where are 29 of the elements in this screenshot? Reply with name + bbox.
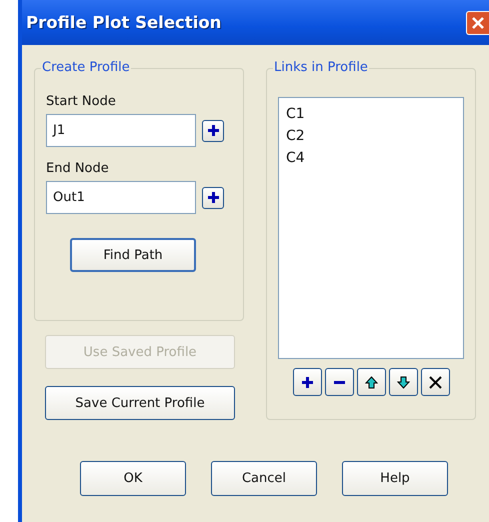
- dialog-button[interactable]: OK: [80, 461, 186, 496]
- cross-icon: [428, 376, 442, 388]
- find-path-button[interactable]: Find Path: [70, 238, 196, 272]
- field-label: Start Node: [46, 94, 117, 110]
- remove-button[interactable]: [324, 368, 354, 396]
- plus-icon: [206, 124, 220, 137]
- plus-icon: [206, 191, 220, 204]
- text-field[interactable]: Out1: [46, 181, 196, 214]
- field-label: End Node: [46, 161, 110, 177]
- down-arrow-icon: [396, 376, 410, 388]
- text-field[interactable]: J1: [46, 114, 196, 147]
- close-button[interactable]: [466, 10, 489, 34]
- window-title: Profile Plot Selection: [26, 13, 222, 32]
- move-down-button[interactable]: [388, 368, 418, 396]
- move-up-button[interactable]: [356, 368, 386, 396]
- plus-icon: [300, 376, 314, 388]
- add-button[interactable]: [292, 368, 322, 396]
- clear-button[interactable]: [420, 368, 450, 396]
- list-item[interactable]: C4: [286, 147, 456, 169]
- close-icon: [471, 16, 485, 30]
- profile-button[interactable]: Save Current Profile: [45, 386, 235, 420]
- list-item[interactable]: C1: [286, 103, 456, 125]
- add-button[interactable]: [202, 120, 224, 142]
- up-arrow-icon: [364, 376, 378, 388]
- dialog-button[interactable]: Cancel: [211, 461, 317, 496]
- add-button[interactable]: [202, 186, 224, 208]
- links-list[interactable]: C1 C2 C4: [278, 97, 464, 359]
- list-item[interactable]: C2: [286, 125, 456, 147]
- dialog-button[interactable]: Help: [342, 461, 448, 496]
